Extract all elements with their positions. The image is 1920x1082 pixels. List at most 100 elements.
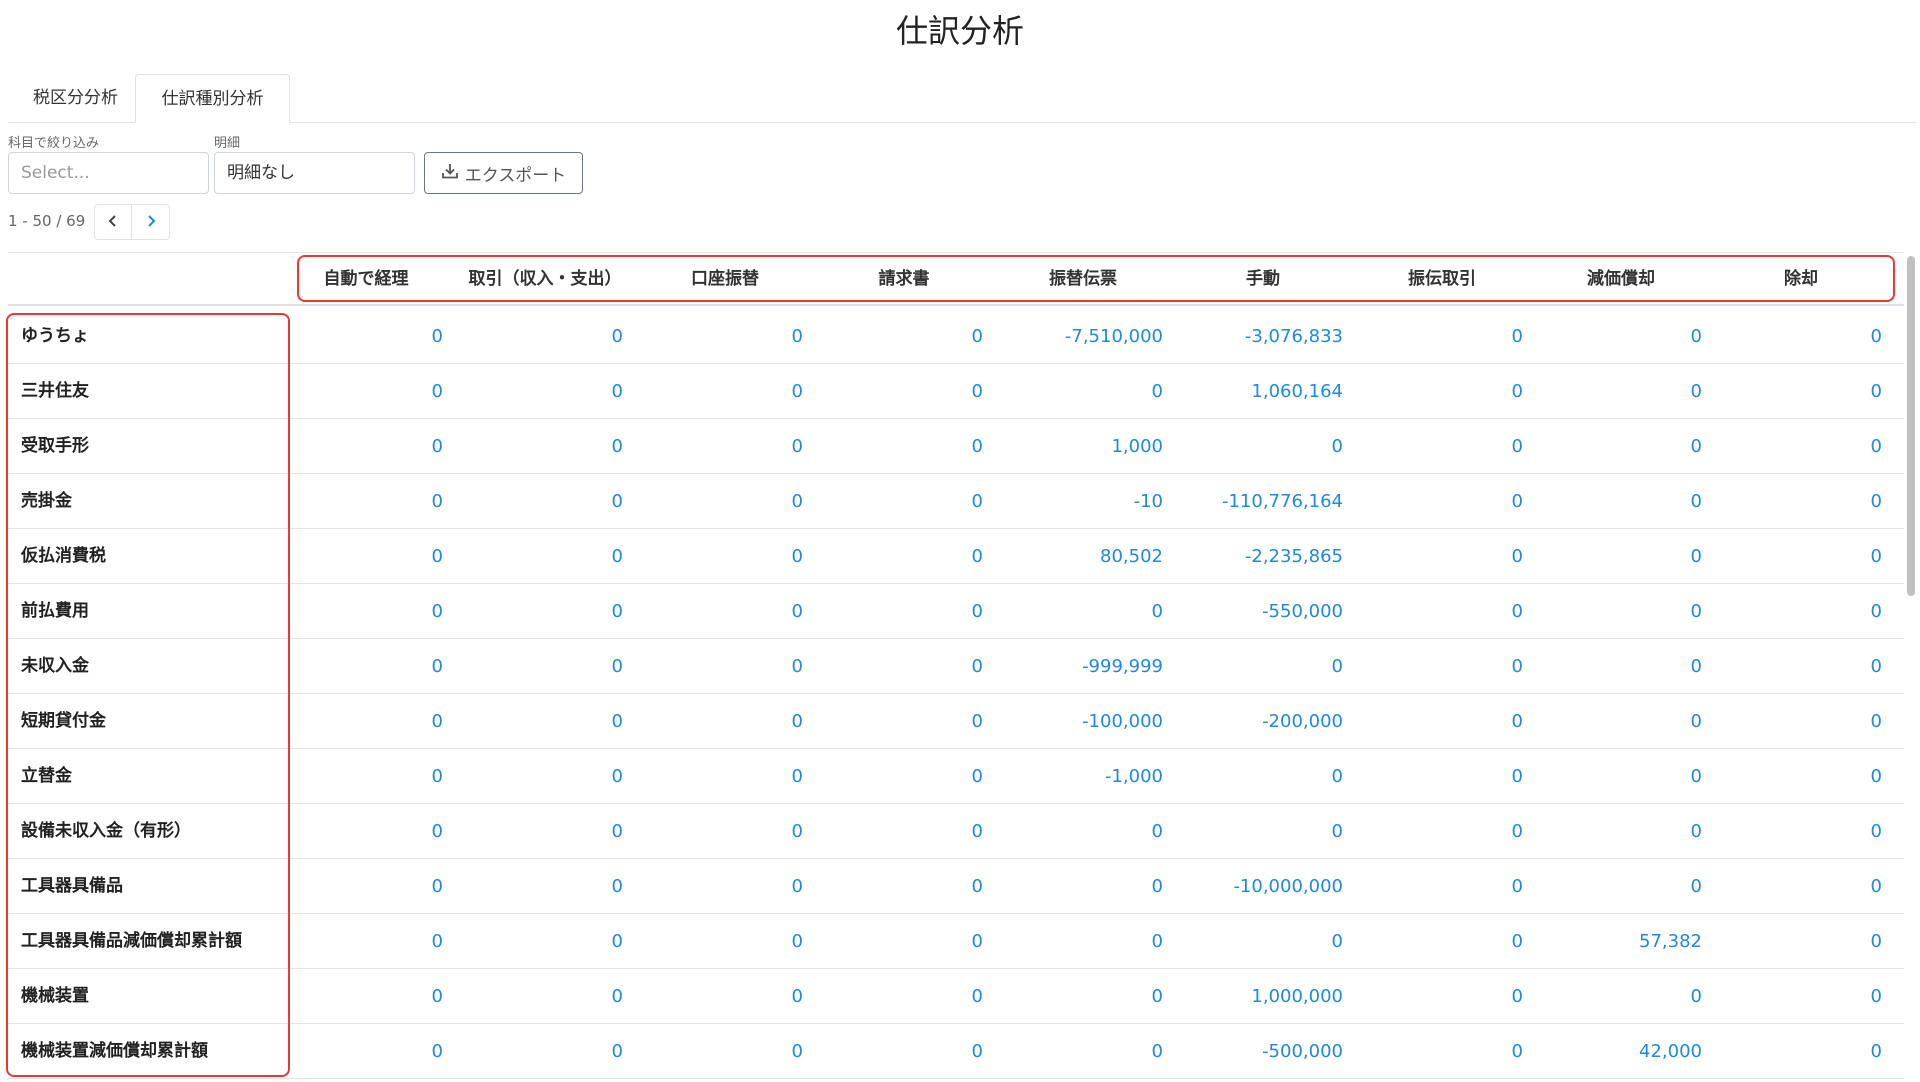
amount-link[interactable]: 0 — [463, 1024, 623, 1079]
amount-link[interactable]: 0 — [823, 639, 983, 694]
amount-link[interactable]: 0 — [823, 309, 983, 364]
amount-link[interactable]: 0 — [823, 694, 983, 749]
amount-link[interactable]: 0 — [1363, 419, 1523, 474]
amount-link[interactable]: 0 — [283, 364, 443, 419]
amount-link[interactable]: 0 — [1363, 694, 1523, 749]
amount-link[interactable]: 0 — [283, 419, 443, 474]
amount-link[interactable]: 0 — [1542, 969, 1702, 1024]
amount-link[interactable]: 1,000 — [1003, 419, 1163, 474]
amount-link[interactable]: 0 — [463, 474, 623, 529]
amount-link[interactable]: 0 — [1183, 639, 1343, 694]
amount-link[interactable]: 0 — [463, 364, 623, 419]
amount-link[interactable]: 0 — [1003, 969, 1163, 1024]
amount-link[interactable]: 57,382 — [1542, 914, 1702, 969]
tab-tax-category-analysis[interactable]: 税区分分析 — [18, 74, 133, 122]
amount-link[interactable]: 0 — [463, 584, 623, 639]
amount-link[interactable]: 0 — [643, 694, 803, 749]
amount-link[interactable]: 0 — [1722, 694, 1882, 749]
amount-link[interactable]: 0 — [1722, 584, 1882, 639]
amount-link[interactable]: 0 — [1363, 969, 1523, 1024]
amount-link[interactable]: 0 — [1542, 859, 1702, 914]
amount-link[interactable]: 0 — [823, 419, 983, 474]
amount-link[interactable]: 0 — [1363, 804, 1523, 859]
amount-link[interactable]: 0 — [823, 804, 983, 859]
amount-link[interactable]: 0 — [283, 749, 443, 804]
amount-link[interactable]: 0 — [283, 474, 443, 529]
amount-link[interactable]: 0 — [1183, 914, 1343, 969]
amount-link[interactable]: 0 — [283, 309, 443, 364]
next-page-button[interactable] — [132, 204, 170, 240]
amount-link[interactable]: 0 — [1542, 364, 1702, 419]
amount-link[interactable]: 0 — [1542, 309, 1702, 364]
prev-page-button[interactable] — [94, 204, 132, 240]
amount-link[interactable]: 0 — [1542, 474, 1702, 529]
amount-link[interactable]: 0 — [283, 694, 443, 749]
amount-link[interactable]: -999,999 — [1003, 639, 1163, 694]
amount-link[interactable]: 0 — [823, 529, 983, 584]
amount-link[interactable]: 0 — [283, 914, 443, 969]
amount-link[interactable]: 0 — [1363, 639, 1523, 694]
amount-link[interactable]: 0 — [1542, 419, 1702, 474]
amount-link[interactable]: 0 — [823, 584, 983, 639]
amount-link[interactable]: -10 — [1003, 474, 1163, 529]
amount-link[interactable]: 0 — [1183, 749, 1343, 804]
amount-link[interactable]: 0 — [823, 749, 983, 804]
amount-link[interactable]: 0 — [283, 804, 443, 859]
amount-link[interactable]: 0 — [643, 969, 803, 1024]
amount-link[interactable]: 0 — [283, 584, 443, 639]
amount-link[interactable]: 0 — [643, 749, 803, 804]
amount-link[interactable]: -200,000 — [1183, 694, 1343, 749]
amount-link[interactable]: 0 — [643, 914, 803, 969]
amount-link[interactable]: -10,000,000 — [1183, 859, 1343, 914]
amount-link[interactable]: 0 — [1542, 529, 1702, 584]
amount-link[interactable]: 0 — [463, 309, 623, 364]
amount-link[interactable]: 0 — [1722, 749, 1882, 804]
tab-journal-type-analysis[interactable]: 仕訳種別分析 — [135, 74, 290, 123]
amount-link[interactable]: 0 — [1722, 639, 1882, 694]
amount-link[interactable]: 0 — [1003, 1024, 1163, 1079]
amount-link[interactable]: 0 — [1722, 804, 1882, 859]
amount-link[interactable]: 0 — [463, 749, 623, 804]
amount-link[interactable]: 0 — [1183, 419, 1343, 474]
amount-link[interactable]: 0 — [1722, 914, 1882, 969]
amount-link[interactable]: 0 — [1003, 584, 1163, 639]
amount-link[interactable]: 0 — [1363, 749, 1523, 804]
amount-link[interactable]: 0 — [823, 969, 983, 1024]
amount-link[interactable]: 0 — [1542, 639, 1702, 694]
amount-link[interactable]: 0 — [1363, 1024, 1523, 1079]
amount-link[interactable]: 1,000,000 — [1183, 969, 1343, 1024]
amount-link[interactable]: 0 — [823, 364, 983, 419]
amount-link[interactable]: 80,502 — [1003, 529, 1163, 584]
account-filter-select[interactable]: Select... — [8, 152, 209, 194]
amount-link[interactable]: 0 — [1183, 804, 1343, 859]
amount-link[interactable]: 0 — [463, 914, 623, 969]
amount-link[interactable]: -500,000 — [1183, 1024, 1343, 1079]
amount-link[interactable]: 0 — [1003, 859, 1163, 914]
amount-link[interactable]: 0 — [1003, 364, 1163, 419]
amount-link[interactable]: 0 — [1722, 419, 1882, 474]
export-button[interactable]: エクスポート — [424, 152, 583, 194]
amount-link[interactable]: 0 — [463, 859, 623, 914]
amount-link[interactable]: 0 — [1722, 529, 1882, 584]
amount-link[interactable]: 0 — [463, 529, 623, 584]
amount-link[interactable]: 0 — [1722, 969, 1882, 1024]
amount-link[interactable]: 0 — [823, 859, 983, 914]
amount-link[interactable]: 0 — [643, 859, 803, 914]
amount-link[interactable]: 0 — [1542, 804, 1702, 859]
amount-link[interactable]: 0 — [643, 529, 803, 584]
amount-link[interactable]: 0 — [1722, 859, 1882, 914]
amount-link[interactable]: 0 — [1722, 1024, 1882, 1079]
amount-link[interactable]: 0 — [463, 639, 623, 694]
amount-link[interactable]: 0 — [463, 694, 623, 749]
amount-link[interactable]: 0 — [1542, 749, 1702, 804]
amount-link[interactable]: 0 — [283, 529, 443, 584]
detail-select[interactable]: 明細なし — [214, 152, 415, 194]
amount-link[interactable]: 0 — [1722, 364, 1882, 419]
amount-link[interactable]: 0 — [1542, 694, 1702, 749]
amount-link[interactable]: 0 — [463, 804, 623, 859]
amount-link[interactable]: 0 — [283, 969, 443, 1024]
amount-link[interactable]: -2,235,865 — [1183, 529, 1343, 584]
amount-link[interactable]: 0 — [1363, 529, 1523, 584]
amount-link[interactable]: 0 — [463, 969, 623, 1024]
amount-link[interactable]: 0 — [643, 584, 803, 639]
